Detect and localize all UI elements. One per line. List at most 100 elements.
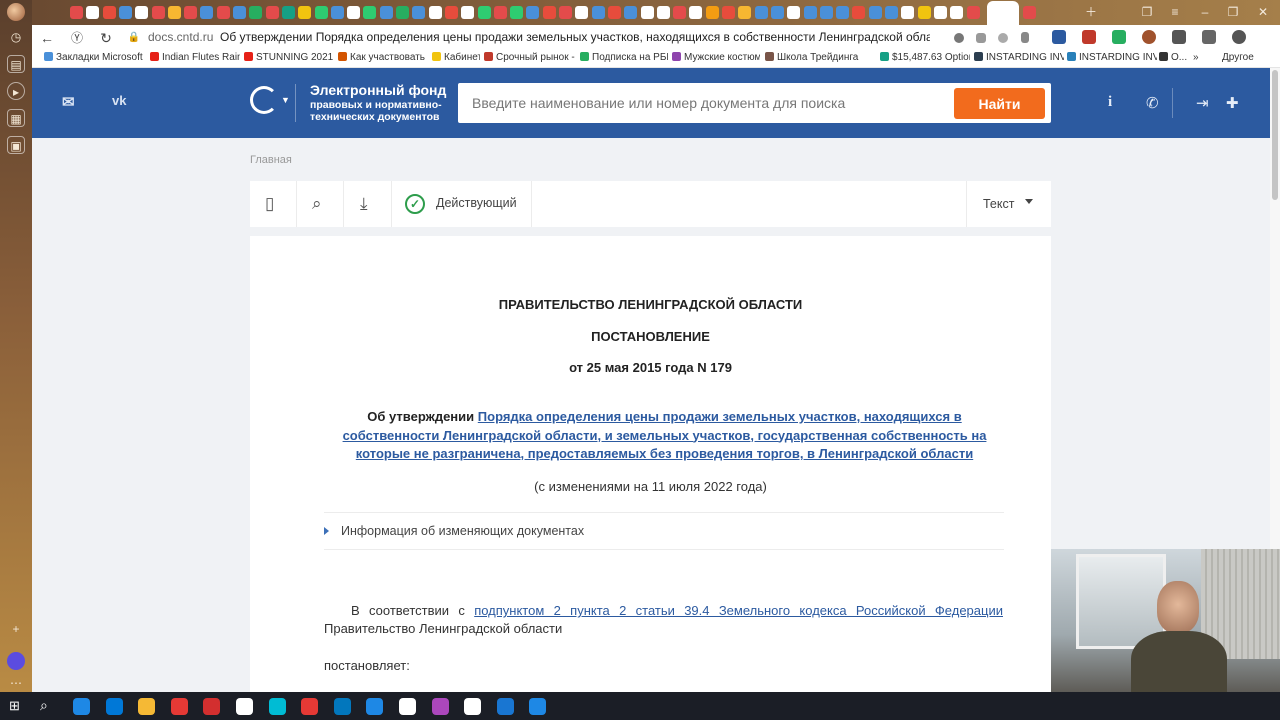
bookmark-item[interactable]: О... bbox=[1159, 52, 1189, 63]
mail-icon[interactable]: ✉ bbox=[62, 93, 75, 111]
bookmark-item[interactable]: Indian Flutes Rain bbox=[150, 52, 240, 63]
tab-favicon[interactable] bbox=[428, 6, 442, 19]
land-code-link[interactable]: подпунктом 2 пункта 2 статьи 39.4 Земель… bbox=[474, 603, 1003, 618]
taskbar-app-icon[interactable] bbox=[138, 698, 156, 715]
taskbar-app-icon[interactable] bbox=[203, 698, 221, 715]
bookmarks-other-folder[interactable]: Другое bbox=[1222, 52, 1254, 63]
view-mode-select[interactable]: Текст bbox=[966, 181, 1051, 227]
tab-favicon[interactable] bbox=[249, 6, 263, 19]
tab-favicon[interactable] bbox=[738, 6, 752, 19]
yandex-icon[interactable]: Ⓨ bbox=[67, 28, 87, 48]
tab-favicon[interactable] bbox=[330, 6, 344, 19]
taskbar-app-icon[interactable] bbox=[464, 698, 482, 715]
tab-favicon[interactable] bbox=[917, 6, 931, 19]
info-toggle[interactable]: Информация об изменяющих документах bbox=[324, 512, 1004, 550]
tab-favicon[interactable] bbox=[314, 6, 328, 19]
taskbar-app-icon[interactable] bbox=[496, 698, 514, 715]
scrollbar-thumb[interactable] bbox=[1272, 70, 1278, 200]
tab-favicon[interactable] bbox=[1022, 6, 1036, 19]
tab-favicon[interactable] bbox=[885, 6, 898, 19]
taskbar-app-icon[interactable] bbox=[236, 698, 253, 715]
tab-favicon[interactable] bbox=[754, 6, 768, 19]
tab-favicon[interactable] bbox=[607, 6, 621, 19]
tab-favicon[interactable] bbox=[444, 6, 458, 19]
maximize-button[interactable]: ❐ bbox=[1224, 3, 1242, 21]
tab-favicon[interactable] bbox=[167, 6, 181, 19]
page-options-icon[interactable] bbox=[976, 33, 986, 43]
tab-favicon[interactable] bbox=[542, 6, 556, 19]
tab-favicon[interactable] bbox=[836, 6, 850, 19]
site-logo-icon[interactable] bbox=[250, 86, 278, 114]
tab-favicon[interactable] bbox=[656, 6, 670, 19]
bookmark-item[interactable]: $15,487.63 Option... bbox=[880, 52, 970, 63]
new-tab-button[interactable]: ＋ bbox=[1082, 3, 1100, 21]
login-icon[interactable]: ⇥ bbox=[1196, 94, 1209, 112]
tab-favicon[interactable] bbox=[689, 6, 703, 19]
search-input[interactable] bbox=[458, 83, 948, 123]
tab-favicon[interactable] bbox=[216, 6, 230, 19]
tab-favicon[interactable] bbox=[705, 6, 719, 19]
tab-favicon[interactable] bbox=[200, 6, 214, 19]
reload-button[interactable]: ↻ bbox=[96, 28, 116, 48]
tab-favicon[interactable] bbox=[477, 6, 491, 19]
extension-cb-icon[interactable] bbox=[1052, 30, 1066, 44]
tab-favicon[interactable] bbox=[868, 6, 882, 19]
tab-favicon[interactable] bbox=[118, 6, 132, 19]
taskbar-app-icon[interactable] bbox=[105, 698, 123, 715]
extension-leaf-icon[interactable] bbox=[1112, 30, 1126, 44]
taskbar-app-icon[interactable] bbox=[73, 698, 90, 715]
taskbar-app-icon[interactable] bbox=[431, 698, 449, 715]
headphones-icon[interactable] bbox=[954, 33, 964, 43]
tab-favicon[interactable] bbox=[298, 6, 312, 19]
active-tab[interactable] bbox=[987, 1, 1019, 25]
tab-favicon[interactable] bbox=[787, 6, 801, 19]
tab-favicon[interactable] bbox=[102, 6, 116, 19]
extensions-icon[interactable] bbox=[1202, 30, 1216, 44]
tab-favicon[interactable] bbox=[722, 6, 735, 19]
tab-favicon[interactable] bbox=[770, 6, 784, 19]
tab-favicon[interactable] bbox=[526, 6, 540, 19]
tab-favicon[interactable] bbox=[233, 6, 246, 19]
tab-favicon[interactable] bbox=[575, 6, 589, 19]
notes-icon[interactable]: ▤ bbox=[7, 55, 25, 73]
more-panel-icon[interactable]: ⋯ bbox=[7, 674, 25, 692]
tab-favicon[interactable] bbox=[363, 6, 377, 19]
downloads-icon[interactable] bbox=[1232, 30, 1246, 44]
tab-favicon[interactable] bbox=[461, 6, 475, 19]
minimize-button[interactable]: – bbox=[1196, 3, 1214, 21]
search-page-icon[interactable] bbox=[998, 33, 1008, 43]
bookmark-item[interactable]: INSTARDING INVE... bbox=[974, 52, 1064, 63]
play-icon[interactable]: ▸ bbox=[7, 82, 25, 100]
extension-shield-icon[interactable] bbox=[1082, 30, 1096, 44]
search-in-doc-button[interactable]: ⌕ bbox=[297, 181, 344, 227]
info-icon[interactable]: i bbox=[1108, 94, 1112, 111]
tab-favicon[interactable] bbox=[379, 6, 393, 19]
taskbar-app-icon[interactable] bbox=[268, 698, 286, 715]
tab-favicon[interactable] bbox=[901, 6, 915, 19]
bookmark-item[interactable]: STUNNING 2021 A... bbox=[244, 52, 334, 63]
chevron-down-icon[interactable]: ▼ bbox=[281, 95, 290, 105]
lock-icon[interactable]: 🔒 bbox=[124, 28, 144, 48]
tab-favicon[interactable] bbox=[966, 6, 980, 19]
tab-favicon[interactable] bbox=[559, 6, 572, 19]
taskbar-app-icon[interactable] bbox=[366, 698, 384, 715]
taskbar-app-icon[interactable] bbox=[399, 698, 416, 715]
register-icon[interactable]: ✚ bbox=[1226, 94, 1239, 112]
tab-favicon[interactable] bbox=[281, 6, 295, 19]
tab-favicon[interactable] bbox=[493, 6, 507, 19]
vk-icon[interactable]: vk bbox=[112, 93, 126, 108]
taskbar-app-icon[interactable] bbox=[301, 698, 319, 715]
tab-favicon[interactable] bbox=[510, 6, 524, 19]
bookmarks-more-icon[interactable]: » bbox=[1193, 52, 1199, 63]
tab-favicon[interactable] bbox=[347, 6, 361, 19]
tab-favicon[interactable] bbox=[803, 6, 817, 19]
tab-favicon[interactable] bbox=[86, 6, 100, 19]
tab-list-icon[interactable]: ❐ bbox=[1138, 3, 1156, 21]
tab-favicon[interactable] bbox=[950, 6, 964, 19]
tab-favicon[interactable] bbox=[852, 6, 866, 19]
bookmark-item[interactable]: Как участвовать в... bbox=[338, 52, 428, 63]
tab-favicon[interactable] bbox=[135, 6, 149, 19]
extension-avatar-icon[interactable] bbox=[1142, 30, 1156, 44]
tab-favicon[interactable] bbox=[151, 6, 165, 19]
taskbar-app-icon[interactable] bbox=[170, 698, 188, 715]
